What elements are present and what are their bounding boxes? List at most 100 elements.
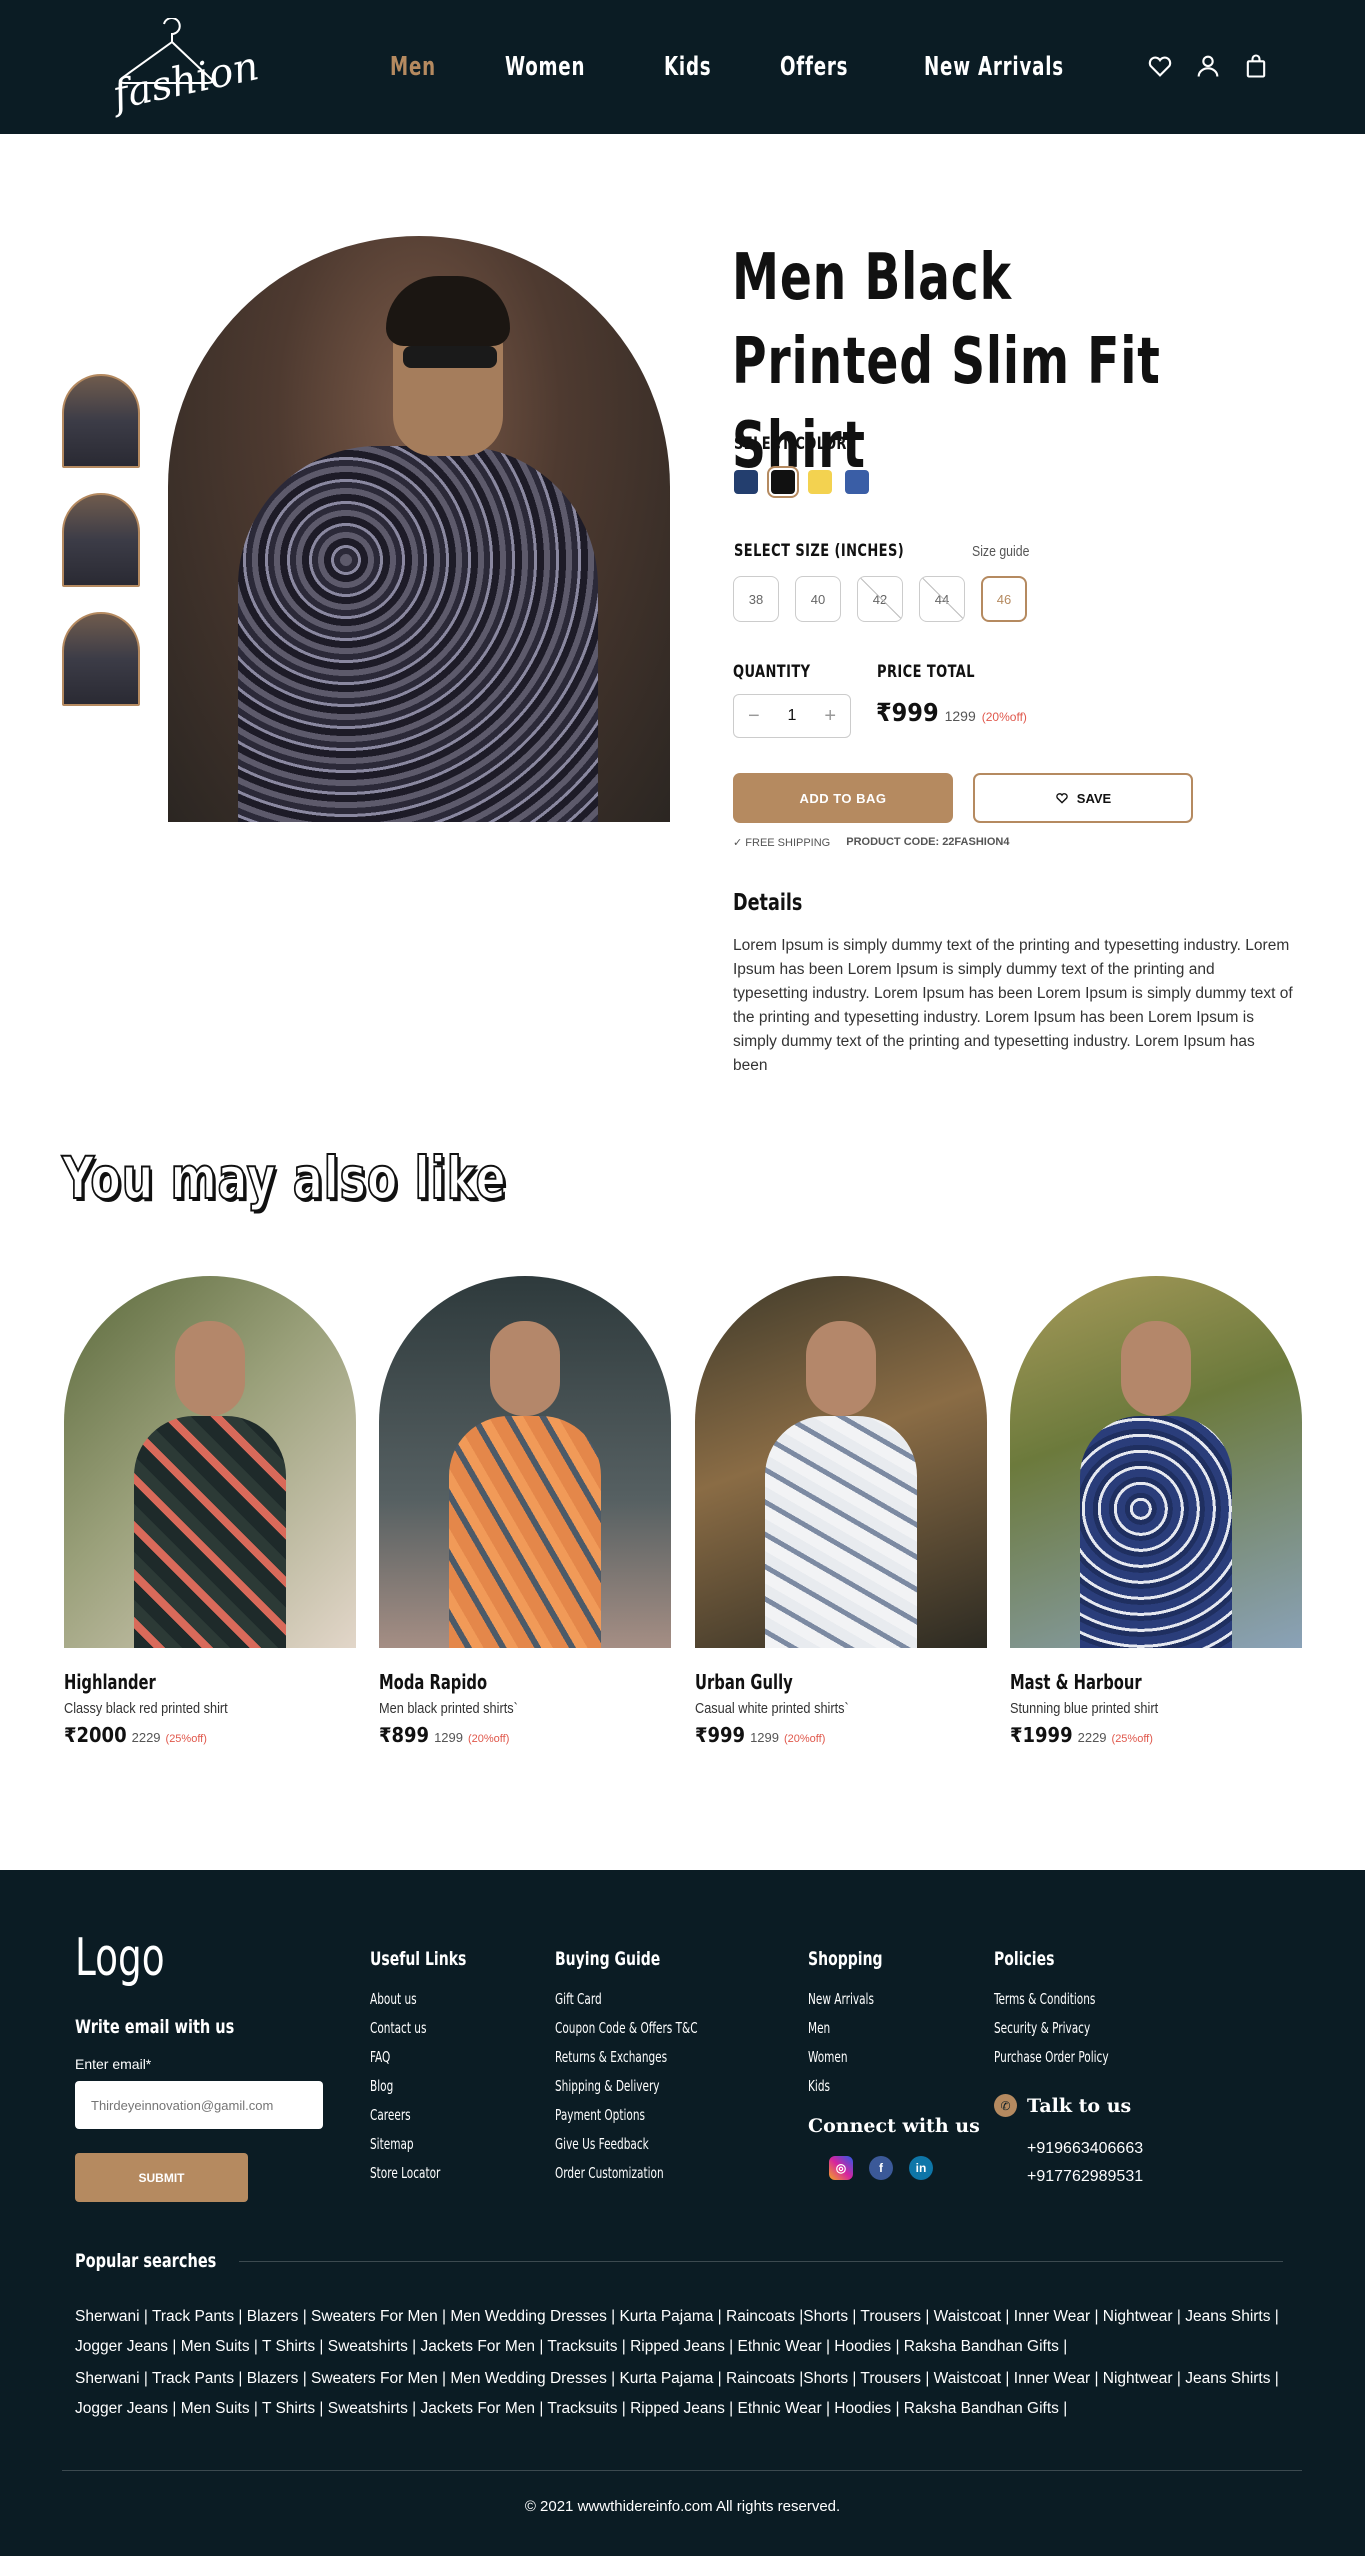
color-swatch-navy[interactable] [734, 470, 758, 494]
size-46[interactable]: 46 [981, 576, 1027, 622]
newsletter-heading: Write email with us [75, 2016, 235, 2038]
useful-links-column: Useful Links About us Contact us FAQ Blo… [370, 1948, 488, 2193]
nav-offers[interactable]: Offers [780, 52, 848, 82]
nav-men[interactable]: Men [390, 52, 436, 82]
product-card[interactable]: Urban Gully Casual white printed shirts`… [695, 1276, 987, 1747]
column-title: Buying Guide [555, 1948, 661, 1970]
product-card-image[interactable] [379, 1276, 671, 1648]
product-main-image [168, 236, 670, 822]
heart-icon[interactable] [1146, 52, 1174, 80]
product-card-image[interactable] [64, 1276, 356, 1648]
minus-icon[interactable]: − [748, 705, 760, 728]
color-swatch-yellow[interactable] [808, 470, 832, 494]
product-card-image[interactable] [1010, 1276, 1302, 1648]
brand-logo[interactable]: fashion [102, 17, 263, 119]
related-heading: You may also like [61, 1143, 507, 1213]
color-swatch-blue[interactable] [845, 470, 869, 494]
product-card-name[interactable]: Moda Rapido [379, 1670, 618, 1694]
header-icons [1146, 52, 1270, 80]
quantity-value[interactable]: 1 [788, 707, 797, 725]
footer-link[interactable]: Order Customization [555, 2164, 698, 2182]
buying-guide-column: Buying Guide Gift Card Coupon Code & Off… [555, 1948, 738, 2193]
footer-link[interactable]: About us [370, 1990, 462, 2008]
nav-kids[interactable]: Kids [664, 52, 711, 82]
product-card-desc: Classy black red printed shirt [64, 1700, 228, 1717]
popular-searches-list[interactable]: Sherwani | Track Pants | Blazers | Sweat… [75, 2364, 1297, 2424]
plus-icon[interactable]: + [824, 705, 836, 728]
product-card[interactable]: Moda Rapido Men black printed shirts` ₹8… [379, 1276, 671, 1747]
footer-link[interactable]: New Arrivals [808, 1990, 879, 2008]
phone-icon: ✆ [994, 2094, 1017, 2117]
column-title: Useful Links [370, 1948, 467, 1970]
price-block: ₹999 1299 (20%off) [876, 698, 1027, 727]
quantity-stepper: − 1 + [733, 694, 851, 738]
size-44[interactable]: 44 [919, 576, 965, 622]
talk-to-us: ✆ Talk to us [994, 2094, 1131, 2117]
footer-link[interactable]: Gift Card [555, 1990, 698, 2008]
add-to-bag-button[interactable]: ADD TO BAG [733, 773, 953, 823]
footer-link[interactable]: Terms & Conditions [994, 1990, 1109, 2008]
product-card[interactable]: Highlander Classy black red printed shir… [64, 1276, 356, 1747]
product-card-name[interactable]: Highlander [64, 1670, 303, 1694]
details-heading: Details [733, 890, 803, 916]
size-42[interactable]: 42 [857, 576, 903, 622]
footer-link[interactable]: Purchase Order Policy [994, 2048, 1109, 2066]
popular-searches-list[interactable]: Sherwani | Track Pants | Blazers | Sweat… [75, 2302, 1297, 2362]
user-icon[interactable] [1194, 52, 1222, 80]
product-card-name[interactable]: Urban Gully [695, 1670, 934, 1694]
save-label: SAVE [1076, 790, 1112, 806]
footer-link[interactable]: FAQ [370, 2048, 462, 2066]
footer-link[interactable]: Store Locator [370, 2164, 462, 2182]
bag-icon[interactable] [1242, 52, 1270, 80]
save-button[interactable]: SAVE [973, 773, 1193, 823]
email-field[interactable] [75, 2081, 323, 2129]
footer-link[interactable]: Blog [370, 2077, 462, 2095]
thumbnail-3[interactable] [62, 612, 140, 706]
thumbnail-1[interactable] [62, 374, 140, 468]
original-price: 1299 [944, 708, 976, 724]
select-size-label: SELECT SIZE (INCHES) [734, 541, 905, 561]
footer-link[interactable]: Security & Privacy [994, 2019, 1109, 2037]
submit-button[interactable]: SUBMIT [75, 2153, 248, 2202]
size-guide-link[interactable]: Size guide [972, 543, 1029, 560]
product-card[interactable]: Mast & Harbour Stunning blue printed shi… [1010, 1276, 1302, 1747]
footer-link[interactable]: Kids [808, 2077, 879, 2095]
product-card-desc: Stunning blue printed shirt [1010, 1700, 1159, 1717]
social-links: ◎ f in [829, 2156, 933, 2180]
select-color-label: SELECT COLOR [734, 434, 847, 454]
product-card-price: ₹1999 2229 (25%off) [1010, 1723, 1153, 1747]
instagram-icon[interactable]: ◎ [829, 2156, 853, 2180]
shopping-column: Shopping New Arrivals Men Women Kids [808, 1948, 899, 2106]
footer-link[interactable]: Coupon Code & Offers T&C [555, 2019, 698, 2037]
talk-heading: Talk to us [1027, 2094, 1132, 2117]
footer-link[interactable]: Give Us Feedback [555, 2135, 698, 2153]
footer-link[interactable]: Sitemap [370, 2135, 462, 2153]
discount-label: (20%off) [981, 710, 1027, 724]
footer-link[interactable]: Returns & Exchanges [555, 2048, 698, 2066]
footer-link[interactable]: Women [808, 2048, 879, 2066]
footer-link[interactable]: Men [808, 2019, 879, 2037]
color-swatch-black[interactable] [767, 466, 799, 498]
thumbnail-2[interactable] [62, 493, 140, 587]
linkedin-icon[interactable]: in [909, 2156, 933, 2180]
footer-logo[interactable]: Logo [75, 1928, 165, 1988]
policies-column: Policies Terms & Conditions Security & P… [994, 1948, 1141, 2077]
heart-icon [1056, 793, 1068, 804]
size-40[interactable]: 40 [795, 576, 841, 622]
product-card-image[interactable] [695, 1276, 987, 1648]
footer-link[interactable]: Contact us [370, 2019, 462, 2037]
free-shipping: ✓ FREE SHIPPING [733, 837, 831, 849]
product-card-desc: Casual white printed shirts` [695, 1700, 849, 1717]
thumbnail-list [62, 374, 140, 731]
product-card-name[interactable]: Mast & Harbour [1010, 1670, 1249, 1694]
phone-number[interactable]: +917762989531 [1027, 2163, 1143, 2191]
footer-link[interactable]: Careers [370, 2106, 462, 2124]
facebook-icon[interactable]: f [869, 2156, 893, 2180]
details-text: Lorem Ipsum is simply dummy text of the … [733, 937, 1293, 1074]
footer-link[interactable]: Payment Options [555, 2106, 698, 2124]
size-38[interactable]: 38 [733, 576, 779, 622]
nav-new-arrivals[interactable]: New Arrivals [924, 52, 1064, 82]
phone-number[interactable]: +919663406663 [1027, 2135, 1143, 2163]
nav-women[interactable]: Women [505, 52, 585, 82]
footer-link[interactable]: Shipping & Delivery [555, 2077, 698, 2095]
